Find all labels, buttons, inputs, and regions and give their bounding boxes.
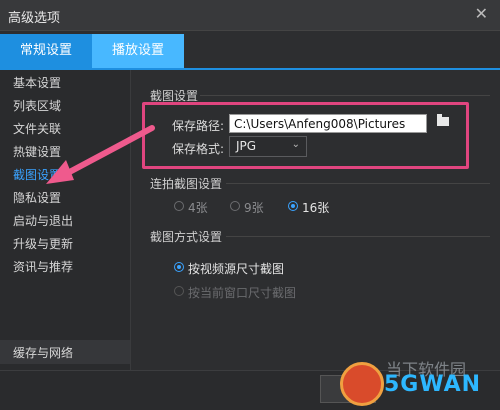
sidebar-item-basic[interactable]: 基本设置: [13, 74, 61, 91]
section-title-capture-mode: 截图方式设置: [150, 230, 223, 244]
sidebar-item-privacy[interactable]: 隐私设置: [13, 189, 61, 206]
radio-icon: [288, 201, 298, 211]
radio-label: 按当前窗口尺寸截图: [188, 286, 297, 300]
divider: [200, 95, 490, 96]
annotation-arrow-icon: [46, 125, 155, 184]
divider: [226, 236, 490, 237]
folder-icon[interactable]: [437, 114, 449, 126]
radio-icon: [230, 201, 240, 211]
watermark-logo-icon: [340, 362, 384, 406]
save-format-label: 保存格式:: [172, 142, 225, 156]
tab-general-settings[interactable]: 常规设置: [0, 34, 92, 68]
close-icon[interactable]: ✕: [475, 4, 488, 23]
divider: [226, 183, 490, 184]
tab-playback-settings[interactable]: 播放设置: [92, 34, 184, 68]
save-format-select[interactable]: JPG ⌄: [229, 136, 307, 157]
radio-label: 16张: [302, 201, 330, 215]
save-path-label: 保存路径:: [172, 119, 225, 133]
window-title: 高级选项: [8, 11, 61, 26]
chevron-down-icon: ⌄: [291, 139, 300, 150]
radio-icon: [174, 201, 184, 211]
watermark-brand: 5GWAN: [384, 372, 482, 397]
sidebar-item-news[interactable]: 资讯与推荐: [13, 258, 73, 275]
sidebar-item-label: 缓存与网络: [13, 346, 74, 360]
tab-bar: 常规设置 播放设置: [0, 34, 500, 68]
radio-label: 4张: [188, 201, 208, 215]
section-title-burst: 连拍截图设置: [150, 177, 223, 191]
sidebar-item-update[interactable]: 升级与更新: [13, 235, 73, 252]
sidebar-item-cache-network[interactable]: 缓存与网络: [0, 340, 130, 364]
radio-icon: [174, 286, 184, 296]
title-bar: 高级选项 ✕: [0, 0, 500, 31]
sidebar-item-list-area[interactable]: 列表区域: [13, 97, 61, 114]
radio-label: 按视频源尺寸截图: [188, 262, 285, 276]
save-format-value: JPG: [236, 139, 257, 153]
radio-label: 9张: [244, 201, 264, 215]
radio-icon: [174, 262, 184, 272]
sidebar: 基本设置 列表区域 文件关联 热键设置 截图设置 隐私设置 启动与退出 升级与更…: [0, 70, 131, 370]
save-path-input[interactable]: [229, 114, 427, 133]
sidebar-item-startup-exit[interactable]: 启动与退出: [13, 212, 73, 229]
